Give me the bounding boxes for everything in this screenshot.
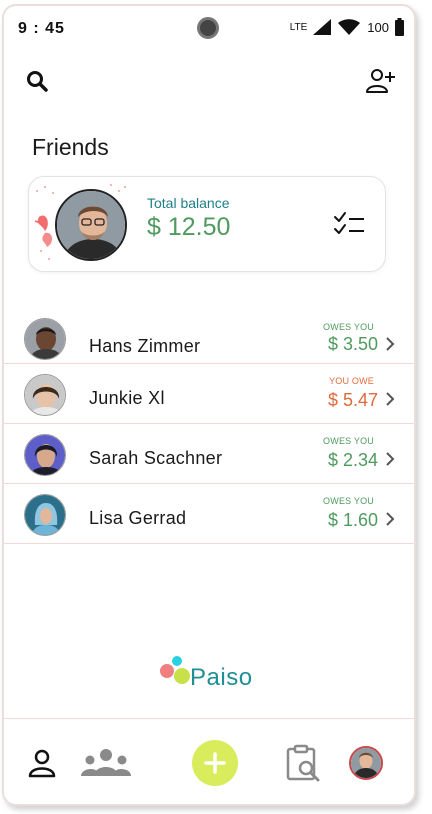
friend-row-sarah-scachner[interactable]: Sarah Scachner OWES YOU $ 2.34 bbox=[4, 424, 414, 484]
friend-name: Hans Zimmer bbox=[89, 336, 201, 356]
total-balance-amount: $ 12.50 bbox=[147, 213, 231, 241]
nav-account-button[interactable] bbox=[348, 739, 384, 787]
total-balance-label: Total balance bbox=[147, 195, 230, 211]
wifi-icon bbox=[338, 19, 361, 35]
friend-row-junkie-xl[interactable]: Junkie Xl YOU OWE $ 5.47 bbox=[4, 364, 414, 424]
activity-icon bbox=[286, 744, 320, 782]
friend-avatar bbox=[24, 494, 66, 536]
nav-profile-button[interactable] bbox=[24, 739, 60, 787]
nav-activity-button[interactable] bbox=[284, 739, 324, 787]
status-bar: 9 : 45 LTE 100 bbox=[4, 6, 414, 46]
friend-balance-amount: $ 1.60 bbox=[327, 510, 378, 530]
friend-name: Lisa Gerrad bbox=[89, 508, 187, 528]
camera-cutout bbox=[197, 17, 219, 39]
friend-row-lisa-gerrad[interactable]: Lisa Gerrad OWES YOU $ 1.60 bbox=[4, 484, 414, 544]
friend-balance-status: YOU OWE bbox=[329, 376, 374, 386]
friend-balance-status: OWES YOU bbox=[323, 496, 374, 506]
add-user-icon bbox=[366, 69, 395, 93]
friends-list: Hans Zimmer OWES YOU $ 3.50 Junkie Xl YO… bbox=[4, 306, 414, 544]
friend-name: Junkie Xl bbox=[89, 388, 165, 408]
chevron-right-icon bbox=[386, 452, 395, 466]
friend-row-hans-zimmer[interactable]: Hans Zimmer OWES YOU $ 3.50 bbox=[4, 306, 414, 364]
battery-icon bbox=[395, 18, 404, 36]
page-title: Friends bbox=[32, 134, 109, 160]
logo-dot-pink bbox=[160, 664, 174, 678]
profile-icon bbox=[28, 749, 56, 778]
friend-avatar bbox=[24, 318, 66, 360]
logo-text: Paiso bbox=[190, 664, 253, 691]
status-icons: LTE 100 bbox=[290, 18, 404, 36]
groups-icon bbox=[81, 749, 131, 776]
battery-level: 100 bbox=[367, 19, 389, 35]
friend-balance-status: OWES YOU bbox=[323, 436, 374, 446]
balance-card: Total balance $ 12.50 bbox=[28, 176, 386, 272]
signal-icon bbox=[313, 19, 332, 35]
friend-balance-amount: $ 5.47 bbox=[327, 390, 378, 410]
checklist-icon bbox=[334, 212, 364, 234]
add-icon bbox=[204, 752, 226, 774]
network-label: LTE bbox=[289, 21, 308, 33]
nav-groups-button[interactable] bbox=[78, 739, 134, 787]
phone-frame: 9 : 45 LTE 100 Friends Total balance $ 1… bbox=[2, 4, 416, 806]
add-friend-button[interactable] bbox=[366, 66, 396, 96]
chevron-right-icon bbox=[386, 512, 395, 526]
settle-up-button[interactable] bbox=[333, 209, 367, 239]
bottom-navigation bbox=[4, 718, 414, 804]
chevron-right-icon bbox=[386, 392, 395, 406]
search-button[interactable] bbox=[22, 66, 52, 96]
app-logo: Paiso bbox=[156, 656, 266, 696]
friend-balance-amount: $ 3.50 bbox=[327, 334, 378, 354]
add-button-circle bbox=[192, 740, 238, 786]
status-time: 9 : 45 bbox=[18, 20, 65, 37]
search-icon bbox=[27, 71, 48, 92]
friend-balance-amount: $ 2.34 bbox=[327, 450, 378, 470]
friend-avatar bbox=[24, 434, 66, 476]
logo-dot-lime bbox=[174, 668, 190, 684]
logo-dot-cyan bbox=[172, 656, 182, 666]
add-expense-button[interactable] bbox=[192, 739, 238, 787]
chevron-right-icon bbox=[386, 337, 395, 351]
friend-name: Sarah Scachner bbox=[89, 448, 223, 468]
friend-avatar bbox=[24, 374, 66, 416]
avatar bbox=[349, 746, 383, 780]
user-avatar bbox=[55, 189, 127, 261]
friend-balance-status: OWES YOU bbox=[323, 322, 374, 332]
